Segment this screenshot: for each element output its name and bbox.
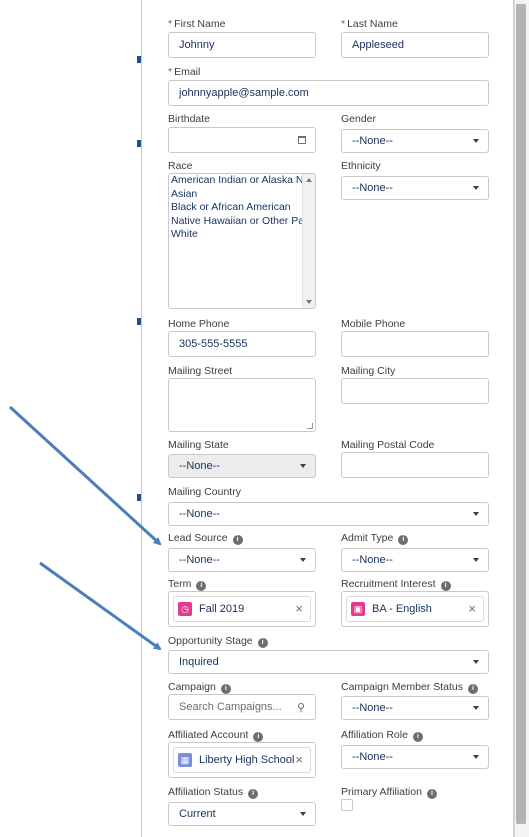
chevron-down-icon bbox=[473, 706, 479, 710]
mailing-city-field[interactable] bbox=[341, 378, 489, 404]
chevron-down-icon bbox=[473, 660, 479, 664]
chevron-down-icon bbox=[473, 755, 479, 759]
scroll-down-arrow-icon[interactable] bbox=[306, 300, 312, 304]
info-icon[interactable]: i bbox=[220, 684, 231, 694]
info-icon[interactable]: i bbox=[253, 732, 264, 742]
info-icon[interactable]: i bbox=[467, 684, 478, 694]
affiliation-role-label: Affiliation Role i bbox=[341, 729, 423, 742]
resize-handle-icon[interactable] bbox=[307, 423, 313, 429]
campaign-label: Campaign i bbox=[168, 681, 231, 694]
ethnicity-label: Ethnicity bbox=[341, 160, 381, 172]
affiliation-status-select[interactable]: Current bbox=[168, 802, 316, 826]
recruitment-interest-lookup[interactable]: ▣ BA - English × bbox=[341, 591, 489, 627]
info-icon[interactable]: i bbox=[426, 789, 437, 799]
recruitment-interest-pill-label: BA - English bbox=[372, 603, 432, 615]
mailing-street-textarea[interactable] bbox=[168, 378, 316, 432]
affiliated-account-label: Affiliated Account i bbox=[168, 729, 264, 742]
close-icon[interactable]: × bbox=[295, 752, 303, 767]
page-scrollbar-thumb[interactable] bbox=[516, 4, 526, 824]
campaign-member-status-select[interactable]: --None-- bbox=[341, 696, 489, 720]
affiliated-account-pill-label: Liberty High School bbox=[199, 754, 295, 766]
opportunity-stage-select[interactable]: Inquired bbox=[168, 650, 489, 674]
chevron-down-icon bbox=[473, 558, 479, 562]
chevron-down-icon bbox=[473, 512, 479, 516]
race-option[interactable]: Black or African American bbox=[169, 201, 303, 215]
scroll-up-arrow-icon[interactable] bbox=[306, 178, 312, 182]
lead-source-select[interactable]: --None-- bbox=[168, 548, 316, 572]
search-icon[interactable]: ⚲ bbox=[297, 701, 305, 714]
info-icon[interactable]: i bbox=[440, 581, 451, 591]
race-option[interactable]: Asian bbox=[169, 188, 303, 202]
calendar-icon[interactable] bbox=[298, 136, 306, 144]
last-name-field[interactable]: Appleseed bbox=[341, 32, 489, 58]
term-selected-pill[interactable]: ◷ Fall 2019 × bbox=[173, 596, 311, 622]
race-multiselect[interactable]: American Indian or Alaska Na Asian Black… bbox=[168, 173, 316, 309]
gender-label: Gender bbox=[341, 113, 377, 125]
info-icon[interactable]: i bbox=[232, 535, 243, 545]
box-icon: ▣ bbox=[351, 602, 365, 616]
admit-type-label: Admit Type i bbox=[341, 532, 409, 545]
page-backdrop bbox=[0, 0, 141, 837]
affiliated-account-selected-pill[interactable]: ▦ Liberty High School × bbox=[173, 747, 311, 773]
home-phone-label: Home Phone bbox=[168, 318, 230, 330]
campaign-member-status-label: Campaign Member Status i bbox=[341, 681, 478, 694]
mailing-country-select[interactable]: --None-- bbox=[168, 502, 489, 526]
race-list-scrollbar[interactable] bbox=[302, 174, 315, 308]
campaign-search-field[interactable]: Search Campaigns... ⚲ bbox=[168, 694, 316, 720]
mailing-street-label: Mailing Street bbox=[168, 365, 233, 377]
recruitment-interest-label: Recruitment Interest i bbox=[341, 578, 451, 591]
gender-select[interactable]: --None-- bbox=[341, 129, 489, 153]
chevron-down-icon bbox=[473, 186, 479, 190]
chevron-down-icon bbox=[300, 812, 306, 816]
first-name-label: * First Name bbox=[168, 18, 226, 30]
birthdate-field[interactable] bbox=[168, 127, 316, 153]
birthdate-label: Birthdate bbox=[168, 113, 211, 125]
admit-type-select[interactable]: --None-- bbox=[341, 548, 489, 572]
chevron-down-icon bbox=[473, 139, 479, 143]
affiliation-status-label: Affiliation Status i bbox=[168, 786, 259, 799]
info-icon[interactable]: i bbox=[412, 732, 423, 742]
mailing-country-label: Mailing Country bbox=[168, 486, 241, 498]
mailing-city-label: Mailing City bbox=[341, 365, 396, 377]
term-label: Term i bbox=[168, 578, 207, 591]
clock-icon: ◷ bbox=[178, 602, 192, 616]
info-icon[interactable]: i bbox=[257, 638, 268, 648]
race-option[interactable]: Native Hawaiian or Other Pac bbox=[169, 215, 303, 229]
opportunity-stage-label: Opportunity Stage i bbox=[168, 635, 268, 648]
mobile-phone-field[interactable] bbox=[341, 331, 489, 357]
ethnicity-select[interactable]: --None-- bbox=[341, 176, 489, 200]
race-option[interactable]: White bbox=[169, 228, 303, 242]
mailing-state-select[interactable]: --None-- bbox=[168, 454, 316, 478]
close-icon[interactable]: × bbox=[295, 601, 303, 616]
recruitment-interest-selected-pill[interactable]: ▣ BA - English × bbox=[346, 596, 484, 622]
term-lookup[interactable]: ◷ Fall 2019 × bbox=[168, 591, 316, 627]
email-label: * Email bbox=[168, 66, 201, 78]
info-icon[interactable]: i bbox=[398, 535, 409, 545]
race-label: Race bbox=[168, 160, 193, 172]
term-pill-label: Fall 2019 bbox=[199, 603, 245, 615]
email-field[interactable]: johnnyapple@sample.com bbox=[168, 80, 489, 106]
first-name-field[interactable]: Johnny bbox=[168, 32, 316, 58]
close-icon[interactable]: × bbox=[468, 601, 476, 616]
chevron-down-icon bbox=[300, 464, 306, 468]
info-icon[interactable]: i bbox=[196, 581, 207, 591]
mailing-state-label: Mailing State bbox=[168, 439, 229, 451]
building-icon: ▦ bbox=[178, 753, 192, 767]
mobile-phone-label: Mobile Phone bbox=[341, 318, 406, 330]
primary-affiliation-checkbox[interactable] bbox=[341, 799, 353, 811]
home-phone-field[interactable]: 305-555-5555 bbox=[168, 331, 316, 357]
affiliation-role-select[interactable]: --None-- bbox=[341, 745, 489, 769]
info-icon[interactable]: i bbox=[248, 789, 259, 799]
primary-affiliation-label: Primary Affiliation i bbox=[341, 786, 437, 799]
chevron-down-icon bbox=[300, 558, 306, 562]
last-name-label: * Last Name bbox=[341, 18, 398, 30]
mailing-postal-code-field[interactable] bbox=[341, 452, 489, 478]
mailing-postal-code-label: Mailing Postal Code bbox=[341, 439, 435, 451]
affiliated-account-lookup[interactable]: ▦ Liberty High School × bbox=[168, 742, 316, 778]
lead-source-label: Lead Source i bbox=[168, 532, 243, 545]
race-option[interactable]: American Indian or Alaska Na bbox=[169, 174, 303, 188]
